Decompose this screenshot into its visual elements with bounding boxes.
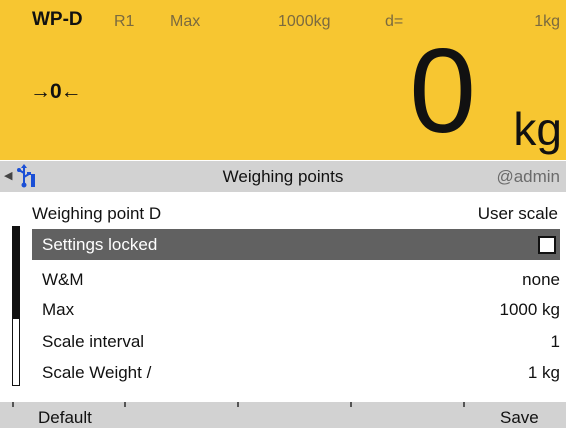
list-item-scale-weight[interactable]: Scale Weight / 1 kg — [32, 357, 560, 388]
division-label: d= — [385, 13, 404, 30]
scale-type: User scale — [477, 204, 558, 223]
list-header: Weighing point D User scale — [32, 204, 558, 224]
weight-display-panel: WP-D R1 Max 1000kg d= 1kg →0← 0 kg — [0, 0, 566, 160]
list-item-label: W&M — [42, 270, 84, 289]
softkey-bar: Default Save — [0, 402, 566, 428]
menu-title: Weighing points — [222, 167, 344, 186]
list-item-scale-interval[interactable]: Scale interval 1 — [32, 326, 560, 357]
list-item-label: Max — [42, 300, 75, 319]
list-item-label: Settings locked — [42, 235, 158, 254]
weighing-point-name: Weighing point D — [32, 204, 162, 223]
list-item-value: 1000 kg — [499, 300, 561, 319]
softkey-divider — [12, 402, 14, 407]
range-indicator: R1 — [114, 13, 135, 30]
list-item-label: Scale Weight / — [42, 363, 152, 382]
list-item-max[interactable]: Max 1000 kg — [32, 294, 560, 325]
weight-unit: kg — [513, 103, 562, 155]
list-item-value: 1 kg — [527, 363, 560, 382]
weight-value: 0 — [409, 24, 476, 158]
default-softkey[interactable]: Default — [38, 408, 92, 428]
max-capacity: 1000kg — [278, 13, 331, 30]
weighing-point-id: WP-D — [32, 9, 83, 30]
save-softkey[interactable]: Save — [500, 408, 539, 428]
list-scrollbar[interactable] — [12, 226, 20, 386]
menu-title-bar: ◀ Weighing points @admin — [0, 161, 566, 192]
list-item-value: 1 — [550, 332, 560, 351]
softkey-divider — [350, 402, 352, 407]
division-value: 1kg — [534, 13, 560, 30]
list-item-settings-locked[interactable]: Settings locked — [32, 229, 560, 260]
softkey-divider — [237, 402, 239, 407]
list-item-wm[interactable]: W&M none — [32, 264, 560, 295]
list-item-label: Scale interval — [42, 332, 145, 351]
max-label: Max — [170, 13, 201, 30]
settings-locked-checkbox[interactable] — [538, 236, 556, 254]
zero-center-indicator: →0← — [30, 80, 82, 103]
list-item-value: none — [522, 270, 560, 289]
softkey-divider — [463, 402, 465, 407]
scrollbar-thumb[interactable] — [13, 227, 19, 319]
softkey-divider — [124, 402, 126, 407]
current-user: @admin — [496, 167, 560, 186]
